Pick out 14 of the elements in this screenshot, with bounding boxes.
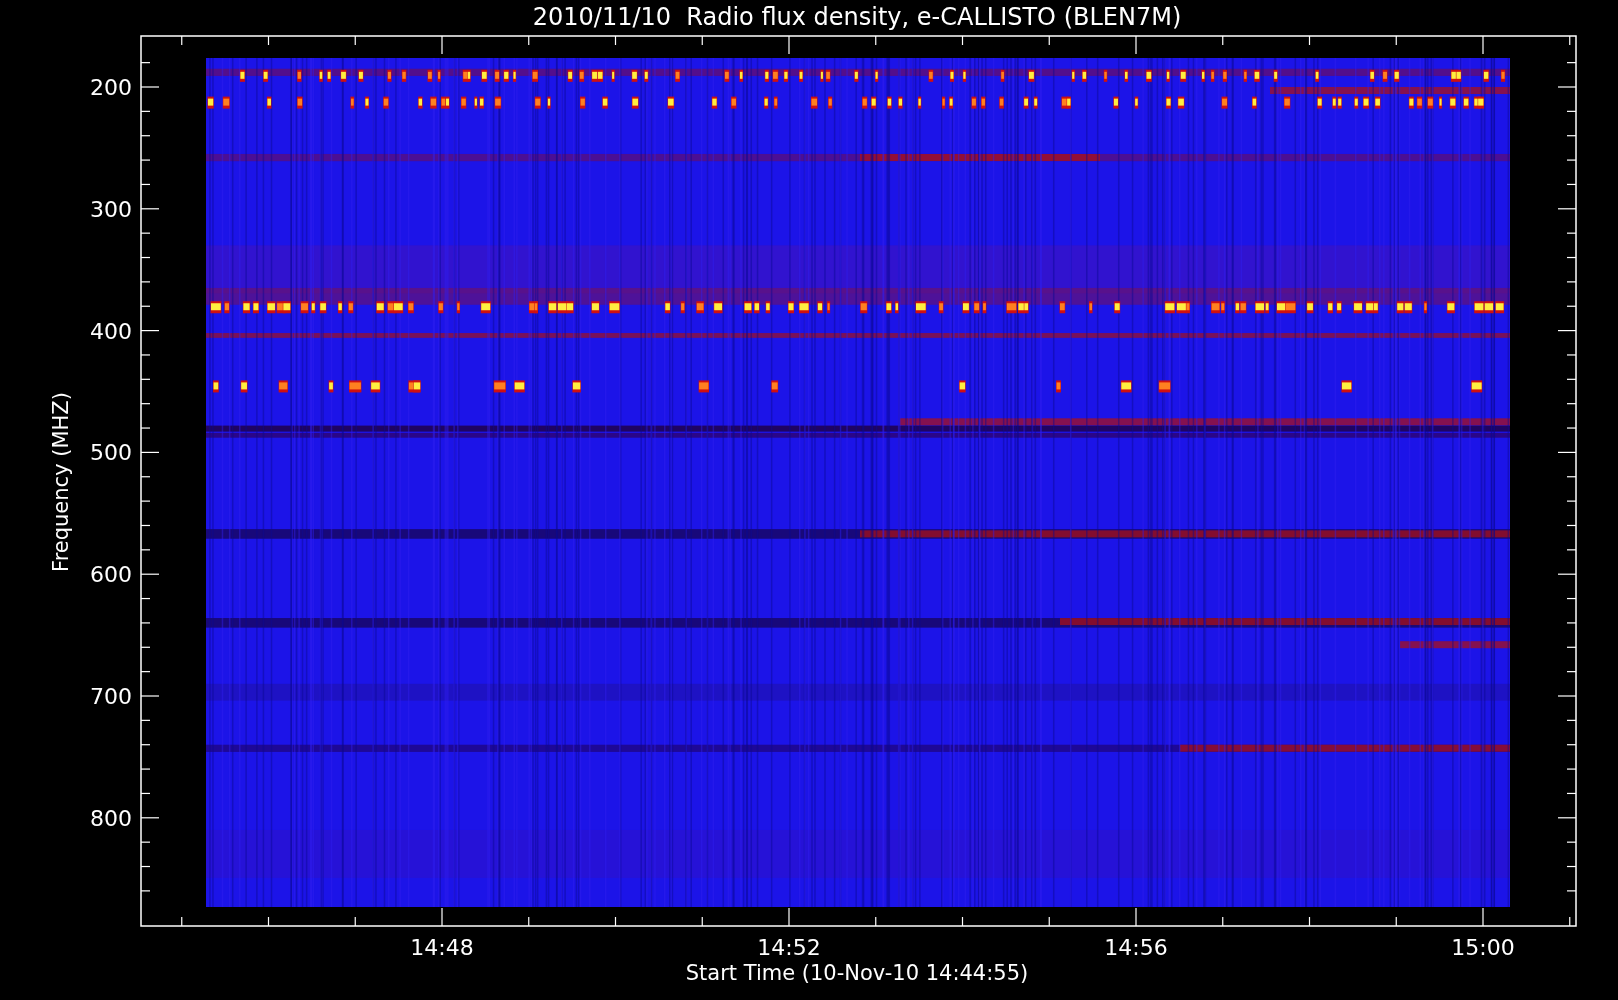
x-tick-label: 14:56 [1104,935,1168,960]
y-tick-label: 800 [90,805,132,831]
y-tick-label: 600 [90,562,132,588]
y-axis-label: Frequency (MHZ) [49,392,73,572]
y-tick-label: 400 [90,318,132,344]
y-tick-label: 300 [90,196,132,222]
y-tick-label: 200 [90,75,132,100]
x-tick-label: 14:52 [757,935,821,960]
x-tick-label: 15:00 [1451,935,1515,960]
x-axis-label: Start Time (10-Nov-10 14:44:55) [685,961,1029,985]
y-tick-label: 500 [90,440,132,466]
chart-title: 2010/11/10 Radio flux density, e-CALLISTO (BLEN7M) [532,3,1182,31]
y-tick-label: 700 [90,684,132,709]
x-tick-label: 14:48 [410,935,474,960]
